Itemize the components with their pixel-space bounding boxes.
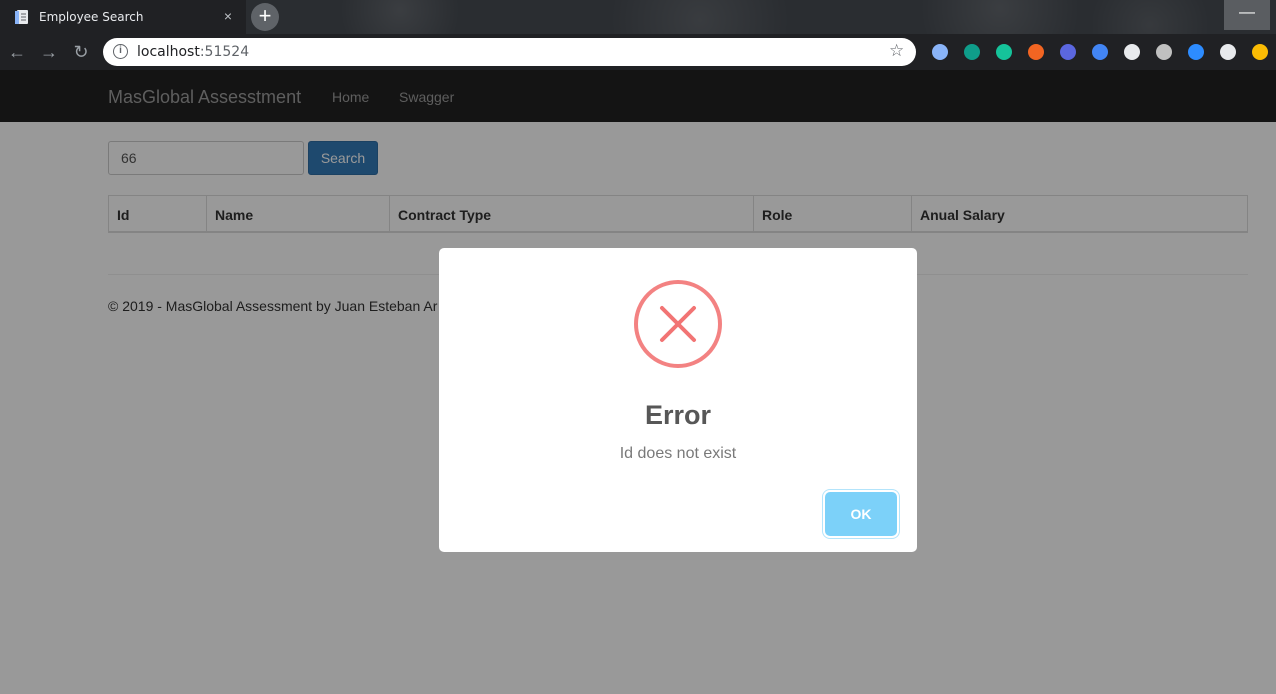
error-x-icon — [634, 280, 722, 368]
tab-close-icon[interactable]: × — [220, 8, 236, 24]
tab-strip: Employee Search × + — — [0, 0, 1276, 34]
extension-icon[interactable] — [1188, 44, 1204, 60]
extension-icon[interactable] — [1092, 44, 1108, 60]
ok-button[interactable]: OK — [825, 492, 897, 536]
extension-icon[interactable] — [932, 44, 948, 60]
dialog-message: Id does not exist — [619, 445, 737, 462]
tab-title: Employee Search — [39, 10, 144, 24]
url-host: localhost — [137, 44, 200, 60]
document-icon — [15, 10, 28, 24]
extension-icon[interactable] — [1124, 44, 1140, 60]
url-port: :51524 — [199, 44, 250, 60]
forward-icon[interactable]: → — [38, 41, 60, 63]
extension-icon[interactable] — [1220, 44, 1236, 60]
modal-overlay[interactable]: Error Id does not exist OK — [0, 70, 1276, 694]
site-info-icon[interactable]: i — [113, 44, 128, 59]
url-text[interactable]: localhost:51524 — [137, 44, 249, 60]
bookmark-star-icon[interactable]: ☆ — [889, 41, 904, 61]
extension-icon[interactable] — [1156, 44, 1172, 60]
extension-icon[interactable] — [1252, 44, 1268, 60]
address-bar[interactable]: i localhost:51524 ☆ — [103, 38, 916, 66]
minimize-button[interactable]: — — [1224, 0, 1270, 30]
extension-icon[interactable] — [1060, 44, 1076, 60]
browser-toolbar: ← → ↻ i localhost:51524 ☆ — [0, 34, 1276, 70]
error-dialog: Error Id does not exist OK — [439, 248, 917, 552]
reload-icon[interactable]: ↻ — [70, 41, 92, 63]
browser-tab[interactable]: Employee Search × — [0, 0, 246, 34]
extension-icon[interactable] — [996, 44, 1012, 60]
dialog-title: Error — [644, 400, 712, 430]
extension-icon[interactable] — [964, 44, 980, 60]
new-tab-button[interactable]: + — [251, 3, 279, 31]
back-icon[interactable]: ← — [6, 41, 28, 63]
extension-icon[interactable] — [1028, 44, 1044, 60]
